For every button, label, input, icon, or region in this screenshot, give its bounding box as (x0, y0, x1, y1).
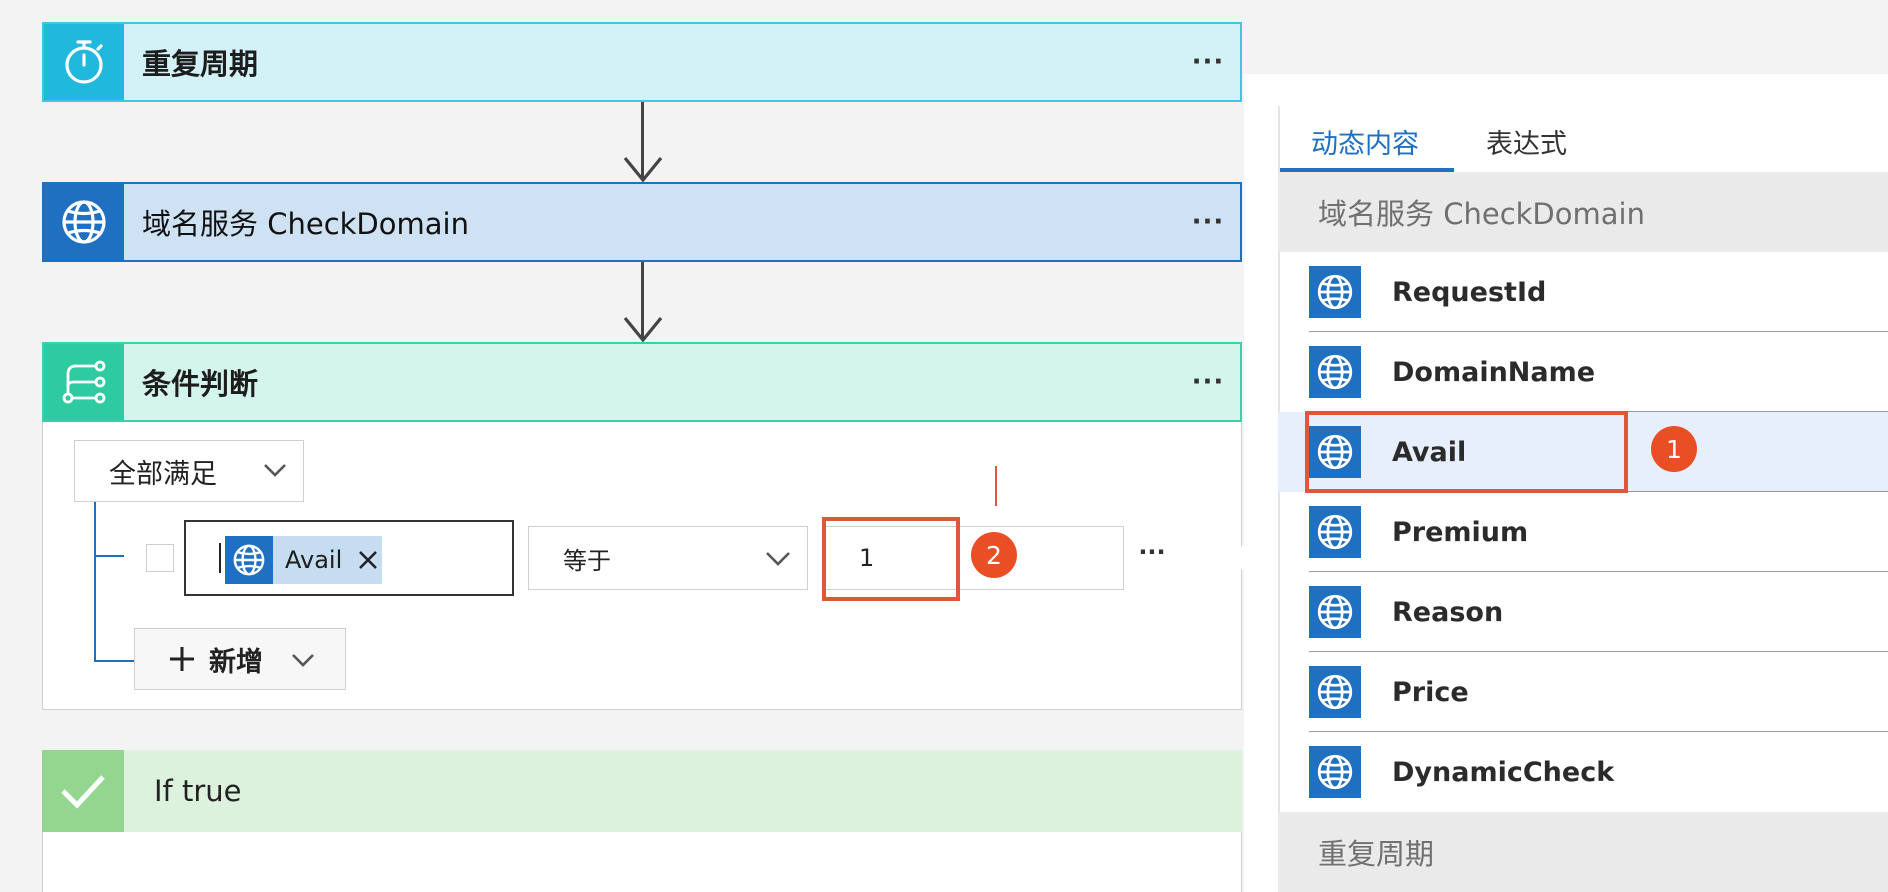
left-operand-field[interactable]: Avail (184, 520, 514, 596)
recurrence-step[interactable]: 重复周期 ··· (42, 22, 1242, 102)
globe-icon (44, 184, 124, 260)
tree-guide-line (94, 502, 96, 662)
arrow-down-icon (623, 316, 663, 342)
avail-highlight-box (1305, 411, 1628, 493)
annotation-marker-line (995, 466, 997, 506)
dynamic-item-label: Reason (1392, 596, 1504, 628)
condition-title: 条件判断 (142, 367, 259, 401)
chevron-down-icon (292, 654, 314, 667)
add-label: 新增 (209, 646, 263, 678)
globe-icon (1309, 346, 1361, 398)
stopwatch-icon (44, 24, 124, 100)
dynamic-item-label: RequestId (1392, 276, 1547, 308)
dynamic-item-label: DomainName (1392, 356, 1596, 388)
plus-icon (170, 647, 194, 671)
globe-icon (1309, 266, 1361, 318)
dynamic-item-reason[interactable]: Reason (1278, 572, 1888, 652)
add-condition-button[interactable]: 新增 (134, 628, 346, 690)
section-header-recurrence[interactable]: 重复周期 (1278, 812, 1888, 892)
row-checkbox[interactable] (146, 544, 174, 572)
globe-icon (1309, 746, 1361, 798)
value-highlight-box (822, 517, 960, 601)
dynamic-item-domainname[interactable]: DomainName (1278, 332, 1888, 412)
dynamic-item-dynamiccheck[interactable]: DynamicCheck (1278, 732, 1888, 812)
annotation-badge-1: 1 (1651, 426, 1697, 472)
avail-token[interactable]: Avail (225, 536, 382, 584)
dynamic-item-requestid[interactable]: RequestId (1278, 252, 1888, 332)
section-header-domain-service[interactable]: 域名服务 CheckDomain (1278, 172, 1888, 252)
condition-more-button[interactable]: ··· (1176, 367, 1240, 397)
dynamic-item-price[interactable]: Price (1278, 652, 1888, 732)
domain-service-title: 域名服务 CheckDomain (142, 207, 469, 241)
branch-icon (44, 344, 124, 420)
dynamic-content-panel: 动态内容 表达式 域名服务 CheckDomain RequestId Doma… (1244, 74, 1888, 892)
dynamic-item-premium[interactable]: Premium (1278, 492, 1888, 572)
annotation-badge-2: 2 (971, 532, 1017, 578)
domain-service-step[interactable]: 域名服务 CheckDomain ··· (42, 182, 1242, 262)
match-mode-dropdown[interactable]: 全部满足 (74, 440, 304, 502)
dynamic-item-label: DynamicCheck (1392, 756, 1615, 788)
row-more-button[interactable]: ··· (1132, 538, 1172, 566)
if-true-title: If true (154, 774, 242, 808)
globe-icon (225, 536, 273, 584)
operator-dropdown[interactable]: 等于 (528, 526, 808, 590)
text-caret (219, 543, 221, 573)
tab-expression[interactable]: 表达式 (1486, 122, 1567, 161)
tree-guide-branch (94, 660, 134, 662)
recurrence-title: 重复周期 (142, 47, 259, 81)
dynamic-item-label: Premium (1392, 516, 1529, 548)
dynamic-item-label: Price (1392, 676, 1469, 708)
match-mode-label: 全部满足 (109, 458, 217, 490)
chevron-down-icon (766, 552, 790, 566)
operator-label: 等于 (563, 546, 611, 575)
if-true-header[interactable]: If true (42, 750, 1242, 832)
tree-guide-branch (94, 555, 124, 557)
recurrence-more-button[interactable]: ··· (1176, 47, 1240, 77)
panel-pointer (1230, 542, 1246, 574)
token-label: Avail (285, 546, 343, 574)
arrow-down-icon (623, 156, 663, 182)
close-icon[interactable] (358, 550, 378, 570)
checkmark-icon (42, 750, 124, 832)
chevron-down-icon (264, 464, 286, 477)
condition-step[interactable]: 条件判断 ··· (42, 342, 1242, 422)
tab-dynamic-content[interactable]: 动态内容 (1311, 122, 1419, 161)
globe-icon (1309, 586, 1361, 638)
globe-icon (1309, 506, 1361, 558)
globe-icon (1309, 666, 1361, 718)
domain-service-more-button[interactable]: ··· (1176, 207, 1240, 237)
